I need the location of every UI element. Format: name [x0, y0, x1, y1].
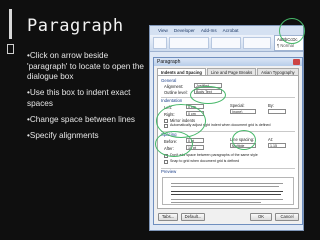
bullet-item: •Change space between lines: [27, 114, 136, 124]
ribbon-tab-acrobat[interactable]: Acrobat: [223, 28, 239, 33]
accent-box: [7, 44, 14, 54]
cancel-button[interactable]: Cancel: [275, 213, 299, 221]
ok-button[interactable]: OK: [250, 213, 272, 221]
highlight-ring-alignment: [190, 86, 226, 104]
bullet-list: •Click on arrow beside 'paragraph' to lo…: [27, 51, 145, 147]
slide-title: Paragraph: [27, 16, 124, 36]
divider: [161, 168, 295, 169]
highlight-ring-dialog-launcher: [279, 18, 305, 44]
by-input[interactable]: [268, 109, 286, 114]
special-label: Special:: [230, 103, 245, 108]
ribbon-group[interactable]: [153, 37, 167, 49]
bullet-item: •Use this box to indent exact spaces: [27, 88, 131, 108]
ribbon-tab-view[interactable]: View: [158, 28, 168, 33]
preview-line: [171, 202, 261, 203]
snap-to-grid-label: Snap to grid when document grid is defin…: [170, 159, 240, 163]
ribbon-group[interactable]: [169, 37, 209, 49]
bullet-item: •Click on arrow beside 'paragraph' to lo…: [27, 51, 144, 82]
outline-level-label: Outline level:: [164, 90, 188, 95]
preview-line: [171, 199, 283, 200]
alignment-label: Alignment:: [164, 84, 184, 89]
preview-line: [171, 186, 279, 187]
preview-line: [171, 183, 283, 184]
ribbon-group[interactable]: [243, 37, 271, 49]
special-select[interactable]: (none): [230, 109, 256, 114]
paragraph-preview: [162, 177, 294, 205]
ribbon-group[interactable]: [211, 37, 241, 49]
slide: Paragraph •Click on arrow beside 'paragr…: [0, 0, 320, 240]
default-button[interactable]: Default...: [181, 213, 205, 221]
at-label: At:: [268, 137, 274, 142]
close-icon[interactable]: [293, 59, 300, 65]
section-general: General: [161, 78, 177, 83]
section-preview: Preview: [161, 169, 177, 174]
bullet-item: •Specify alignments: [27, 131, 99, 141]
ribbon-tab-developer[interactable]: Developer: [174, 28, 195, 33]
preview-line: [171, 191, 283, 192]
at-input[interactable]: 1.15: [268, 143, 286, 148]
dialog-title: Paragraph: [154, 58, 302, 66]
highlight-ring-line-spacing: [232, 130, 256, 150]
preview-line: [171, 194, 281, 195]
snap-to-grid-checkbox[interactable]: [164, 160, 168, 164]
section-indentation: Indentation: [161, 98, 183, 103]
ribbon-tab-add-ins[interactable]: Add-Ins: [201, 28, 217, 33]
tabs-button[interactable]: Tabs...: [158, 213, 178, 221]
by-label: By:: [268, 103, 274, 108]
accent-bar: [9, 9, 12, 39]
highlight-ring-spacing: [155, 131, 193, 157]
